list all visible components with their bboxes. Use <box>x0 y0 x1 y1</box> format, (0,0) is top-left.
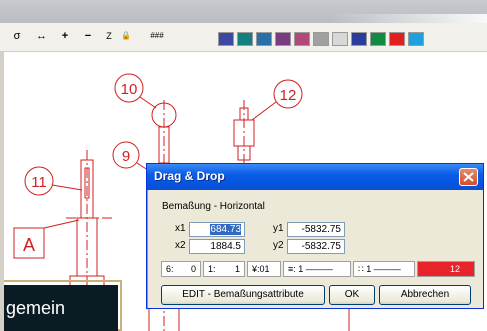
line-weight-icon: ≡: 1 ——— <box>288 264 333 274</box>
color-swatch[interactable] <box>237 32 253 46</box>
zoom-icon[interactable]: Z <box>104 29 114 43</box>
close-icon <box>463 172 474 182</box>
label-11: 11 <box>31 174 47 191</box>
close-button[interactable] <box>459 168 478 186</box>
plus-icon[interactable]: + <box>60 29 70 43</box>
color-swatch[interactable] <box>275 32 291 46</box>
drag-drop-dialog: Drag & Drop Bemaßung - Horizontal x1 684… <box>146 163 484 309</box>
color-swatch[interactable] <box>389 32 405 46</box>
toolbar: σ ↔ + − Z 🔒 ### <box>0 23 487 52</box>
ok-button[interactable]: OK <box>329 285 375 305</box>
text-height-value: 0 <box>190 264 196 274</box>
x1-field[interactable]: 684.73 <box>189 222 245 237</box>
sigma-icon[interactable]: σ <box>12 29 22 43</box>
edit-attributes-button[interactable]: EDIT - Bemaßungsattribute <box>161 285 325 305</box>
label-9: 9 <box>122 148 130 165</box>
color-field[interactable]: 12 <box>417 261 475 277</box>
line-style-field[interactable]: 1: 1 <box>203 261 245 277</box>
cancel-button[interactable]: Abbrechen <box>379 285 471 305</box>
line-style-value: 1 <box>234 264 240 274</box>
minus-icon[interactable]: − <box>82 29 94 43</box>
y1-label: y1 <box>273 223 284 234</box>
y1-field[interactable]: -5832.75 <box>287 222 345 237</box>
leader-11 <box>51 184 83 191</box>
background-window-label: gemein <box>4 285 118 331</box>
label-10: 10 <box>121 81 138 98</box>
line-style-icon: 1: <box>208 264 216 274</box>
grid-icon[interactable]: ### <box>145 29 169 43</box>
leader-12 <box>251 101 277 121</box>
color-swatch[interactable] <box>256 32 272 46</box>
x2-field[interactable]: 1884.5 <box>189 239 245 254</box>
x1-label: x1 <box>175 223 186 234</box>
dialog-title: Drag & Drop <box>154 169 225 183</box>
line-weight-field[interactable]: ≡: 1 ——— <box>283 261 351 277</box>
color-swatch[interactable] <box>332 32 348 46</box>
dialog-titlebar[interactable]: Drag & Drop <box>147 164 483 190</box>
color-swatch[interactable] <box>408 32 424 46</box>
decimals-field[interactable]: ¥:01 <box>247 261 281 277</box>
label-a: A <box>23 235 35 255</box>
x2-label: x2 <box>175 240 186 251</box>
dimension-type-label: Bemaßung - Horizontal <box>162 201 265 212</box>
leader-10 <box>139 96 157 109</box>
color-swatch[interactable] <box>351 32 367 46</box>
color-swatch[interactable] <box>294 32 310 46</box>
window-top-band <box>0 0 487 24</box>
label-12: 12 <box>280 87 297 104</box>
y2-field[interactable]: -5832.75 <box>287 239 345 254</box>
y2-label: y2 <box>273 240 284 251</box>
color-swatch[interactable] <box>370 32 386 46</box>
line-type-field[interactable]: ∷ 1 ——— <box>353 261 415 277</box>
text-height-icon: 6: <box>166 264 174 274</box>
leader-a <box>43 219 80 229</box>
text-height-field[interactable]: 6: 0 <box>161 261 201 277</box>
x1-value: 684.73 <box>210 224 241 235</box>
color-swatch[interactable] <box>313 32 329 46</box>
lock-icon[interactable]: 🔒 <box>121 29 131 43</box>
line-type-icon: ∷ 1 ——— <box>358 264 401 274</box>
decimals-icon: ¥:01 <box>252 264 270 274</box>
double-arrow-icon[interactable]: ↔ <box>36 29 47 43</box>
color-swatch[interactable] <box>218 32 234 46</box>
